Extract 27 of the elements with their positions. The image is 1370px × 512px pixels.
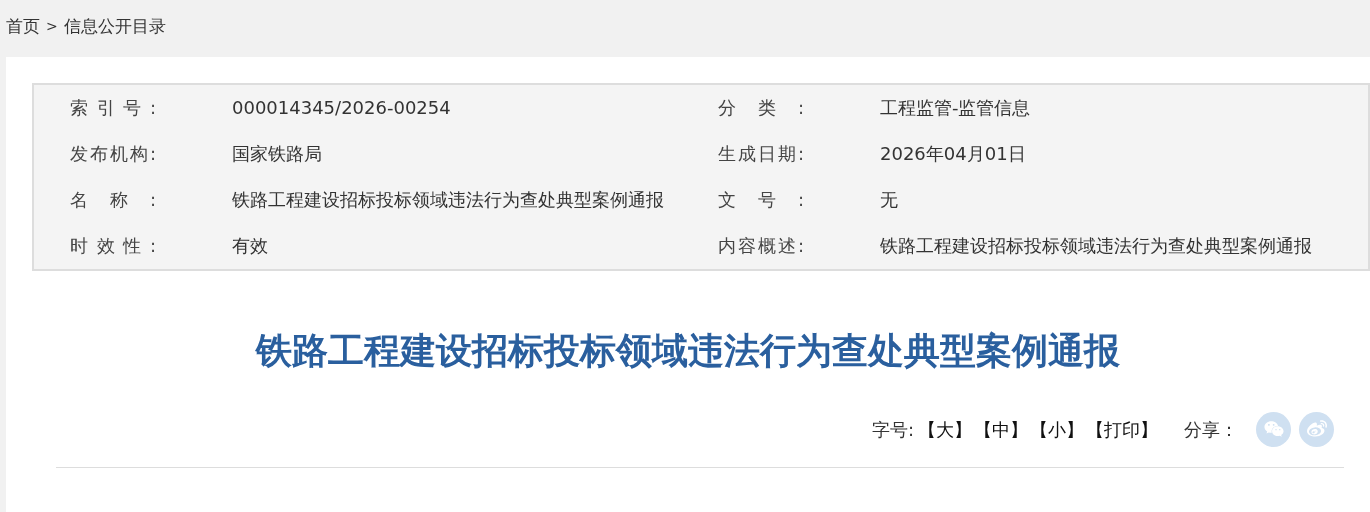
toolbar-link[interactable]: 【中】	[974, 415, 1028, 443]
field-value: 无	[880, 188, 899, 212]
field-label: 内容概述:	[718, 234, 804, 258]
field-label: 索引号:	[70, 96, 156, 120]
field-label: 发布机构:	[70, 142, 156, 166]
toolbar-link[interactable]: 【大】	[918, 415, 972, 443]
field-value: 铁路工程建设招标投标领域违法行为查处典型案例通报	[232, 188, 665, 212]
field-value: 国家铁路局	[232, 142, 323, 166]
field-label: 时效性:	[70, 234, 156, 258]
field-label: 文号:	[718, 188, 804, 212]
font-size-label: 字号:	[871, 417, 914, 442]
article-title: 铁路工程建设招标投标领域违法行为查处典型案例通报	[256, 329, 1120, 373]
breadcrumb-link[interactable]: 首页	[6, 13, 40, 40]
chat-bubbles-icon[interactable]	[1256, 411, 1291, 447]
toolbar-link[interactable]: 【打印】	[1086, 415, 1158, 443]
field-label: 名称:	[70, 188, 156, 212]
field-label: 分类:	[718, 96, 804, 120]
field-value: 工程监管-监管信息	[880, 96, 1032, 120]
field-value: 铁路工程建设招标投标领域违法行为查处典型案例通报	[880, 234, 1313, 258]
field-value: 2026年04月01日	[880, 142, 1027, 166]
share-label: 分享：	[1184, 417, 1238, 442]
field-value: 有效	[232, 234, 269, 258]
toolbar-link[interactable]: 【小】	[1030, 415, 1084, 443]
breadcrumb-separator: >	[46, 17, 58, 36]
field-value: 000014345/2026-00254	[232, 96, 452, 120]
field-label: 生成日期:	[718, 142, 804, 166]
breadcrumb-link[interactable]: 信息公开目录	[63, 13, 166, 40]
